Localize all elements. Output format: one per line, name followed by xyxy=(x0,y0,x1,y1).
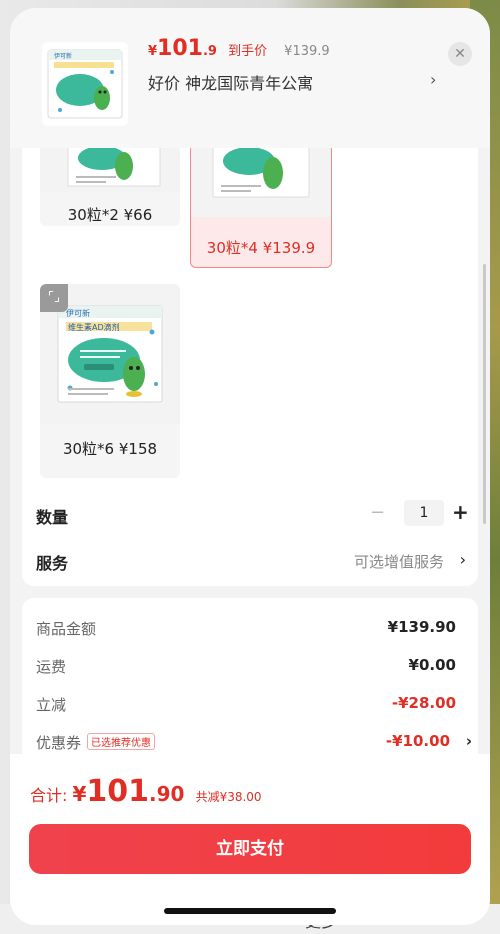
option-label: 30粒*6 ¥158 xyxy=(62,440,158,458)
chevron-right-icon: › xyxy=(459,550,466,569)
quantity-label: 数量 xyxy=(36,508,69,527)
svg-text:伊可新: 伊可新 xyxy=(66,308,90,318)
quantity-input[interactable]: 1 xyxy=(404,500,444,526)
total-integer: 101 xyxy=(86,774,150,809)
total-line: 合计: ¥101.90 共减¥38.00 xyxy=(30,774,262,809)
scrollbar[interactable] xyxy=(483,264,486,524)
quantity-increase-button[interactable]: + xyxy=(452,500,469,524)
quantity-row: 数量 − 1 + xyxy=(36,500,469,530)
option-label: 30粒*2 ¥66 xyxy=(67,206,153,224)
summary-row-coupon[interactable]: 优惠券 已选推荐优惠 -¥10.00 › xyxy=(36,732,472,756)
total-saved: 共减¥38.00 xyxy=(195,790,262,804)
summary-value: ¥139.90 xyxy=(387,618,456,636)
option-card-30x4[interactable]: 30粒*4 ¥139.9 xyxy=(190,148,332,268)
product-header: 伊可新 ¥101.9 到手价 ¥139.9 好价 神龙国际青年公寓 › ✕ xyxy=(10,8,490,148)
option-image xyxy=(191,148,331,217)
option-image xyxy=(40,148,180,192)
price-integer: 101 xyxy=(157,36,203,61)
summary-label: 立减 xyxy=(36,696,67,714)
options-panel: 30粒*2 ¥66 30粒*4 ¥139.9 伊可新 维生素AD滴剂 ⌜⌟ 30… xyxy=(22,148,478,586)
price-summary: 商品金额 ¥139.90 运费 ¥0.00 立减 -¥28.00 优惠券 已选推荐… xyxy=(22,598,478,768)
service-value: 可选增值服务 xyxy=(353,553,444,571)
service-row[interactable]: 服务 可选增值服务 › xyxy=(36,546,466,576)
price-tag: 到手价 xyxy=(228,44,268,59)
close-icon: ✕ xyxy=(454,46,466,62)
expand-icon[interactable]: ⌜⌟ xyxy=(40,284,68,312)
total-symbol: ¥ xyxy=(72,782,87,806)
option-label: 30粒*4 ¥139.9 xyxy=(206,239,316,257)
close-button[interactable]: ✕ xyxy=(448,42,472,66)
shop-name[interactable]: 好价 神龙国际青年公寓 xyxy=(148,70,313,94)
price-symbol: ¥ xyxy=(148,44,158,59)
pay-now-button[interactable]: 立即支付 xyxy=(29,824,471,874)
summary-row-shipping: 运费 ¥0.00 xyxy=(36,656,456,680)
option-card-30x6[interactable]: 伊可新 维生素AD滴剂 ⌜⌟ 30粒*6 ¥158 xyxy=(40,284,180,478)
product-thumbnail: 伊可新 xyxy=(42,42,128,126)
summary-label: 运费 xyxy=(36,658,67,676)
service-label: 服务 xyxy=(36,554,69,573)
summary-label: 优惠券 已选推荐优惠 xyxy=(36,732,156,753)
price-line: ¥101.9 到手价 ¥139.9 xyxy=(148,36,330,62)
total-decimal: .90 xyxy=(149,782,185,806)
summary-value: ¥0.00 xyxy=(408,656,456,674)
summary-row-goods: 商品金额 ¥139.90 xyxy=(36,618,456,642)
price-decimal: .9 xyxy=(202,44,217,59)
summary-value: -¥28.00 xyxy=(391,694,456,712)
summary-row-discount: 立减 -¥28.00 xyxy=(36,694,456,718)
svg-text:维生素AD滴剂: 维生素AD滴剂 xyxy=(68,322,120,332)
svg-text:伊可新: 伊可新 xyxy=(54,52,72,60)
summary-label: 商品金额 xyxy=(36,620,97,638)
home-indicator[interactable] xyxy=(164,908,336,914)
coupon-tag-badge: 已选推荐优惠 xyxy=(87,733,156,750)
checkout-footer: 合计: ¥101.90 共减¥38.00 立即支付 xyxy=(10,754,490,925)
total-label: 合计: xyxy=(30,786,73,805)
option-card-30x2[interactable]: 30粒*2 ¥66 xyxy=(40,148,180,226)
original-price: ¥139.9 xyxy=(284,44,330,59)
chevron-right-icon: › xyxy=(465,732,472,750)
chevron-right-icon[interactable]: › xyxy=(430,70,436,89)
quantity-decrease-button[interactable]: − xyxy=(370,502,385,523)
summary-value: -¥10.00 xyxy=(385,732,450,750)
purchase-sheet: 伊可新 ¥101.9 到手价 ¥139.9 好价 神龙国际青年公寓 › ✕ 30… xyxy=(10,8,490,925)
option-image: 伊可新 维生素AD滴剂 ⌜⌟ xyxy=(40,284,180,424)
coupon-label: 优惠券 xyxy=(36,734,82,752)
